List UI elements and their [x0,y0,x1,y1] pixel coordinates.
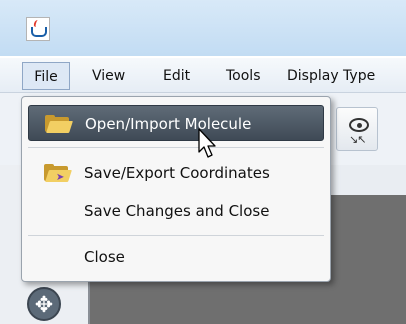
menu-tools[interactable]: Tools [226,65,261,87]
menu-display-type[interactable]: Display Type [287,65,406,87]
save-folder-icon: ➤ [44,164,72,183]
eye-icon [349,118,369,132]
menu-item-label: Open/Import Molecule [85,115,252,133]
menu-bar: File View Edit Tools Display Type [0,58,406,93]
mouse-cursor-icon [198,128,216,158]
shrink-arrows-icon: ↘↖ [349,133,366,146]
menu-edit[interactable]: Edit [163,65,190,87]
menu-item-label: Close [84,248,125,266]
menu-item-label: Save Changes and Close [84,202,270,220]
menu-item-save-changes-and-close[interactable]: Save Changes and Close [28,193,324,229]
menu-item-save-export-coordinates[interactable]: ➤ Save/Export Coordinates [28,155,324,191]
menu-separator [28,147,324,148]
window-title-bar [0,0,406,56]
menu-item-label: Save/Export Coordinates [84,164,270,182]
java-app-icon[interactable] [26,17,50,41]
menu-item-close[interactable]: Close [28,239,324,275]
menu-item-open-import-molecule[interactable]: Open/Import Molecule [28,105,324,141]
move-icon[interactable]: ✥ [27,287,61,321]
open-folder-icon [45,115,73,133]
menu-separator [28,235,324,236]
view-eye-button[interactable]: ↘↖ [336,107,378,151]
menu-view[interactable]: View [92,65,125,87]
menu-file[interactable]: File [22,62,70,90]
file-menu-dropdown: Open/Import Molecule ➤ Save/Export Coord… [21,96,331,282]
